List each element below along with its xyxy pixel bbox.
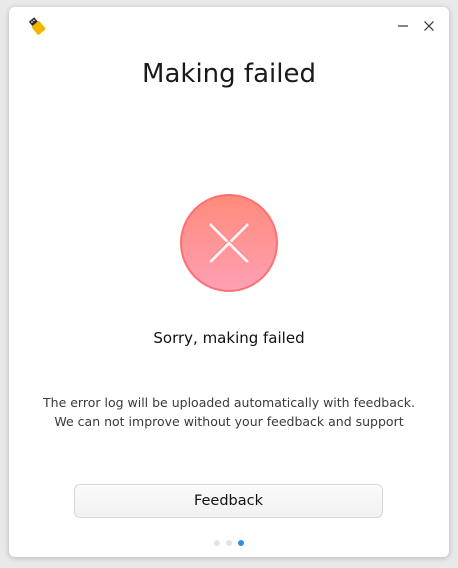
page-dot-2: [226, 540, 232, 546]
page-title: Making failed: [142, 59, 316, 89]
info-line-1: The error log will be uploaded automatic…: [43, 395, 415, 410]
feedback-button[interactable]: Feedback: [74, 484, 383, 518]
status-message: Sorry, making failed: [153, 329, 305, 347]
error-cross-icon: [179, 193, 279, 293]
minimize-icon: [397, 17, 409, 36]
info-line-2: We can not improve without your feedback…: [54, 414, 404, 429]
usb-drive-icon: [27, 16, 47, 36]
close-icon: [423, 17, 435, 36]
page-dot-1: [214, 540, 220, 546]
page-dot-3: [238, 540, 244, 546]
close-button[interactable]: [417, 15, 441, 37]
minimize-button[interactable]: [391, 15, 415, 37]
app-window: Making failed Sorry, making failed The e…: [9, 7, 449, 557]
info-text: The error log will be uploaded automatic…: [9, 393, 449, 431]
page-indicator: [214, 540, 244, 548]
